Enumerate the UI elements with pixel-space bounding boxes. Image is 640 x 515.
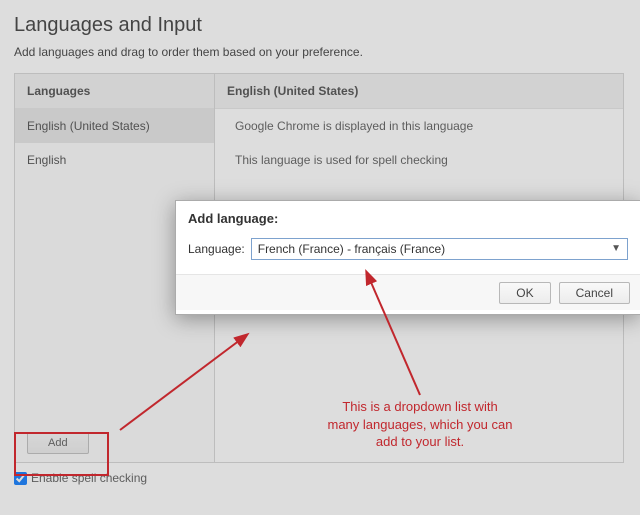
cancel-button[interactable]: Cancel	[559, 282, 630, 304]
dialog-footer: OK Cancel	[176, 274, 640, 310]
annotation-line: many languages, which you can	[315, 416, 525, 434]
language-select[interactable]: French (France) - français (France) ▼	[251, 238, 628, 260]
annotation-text: This is a dropdown list with many langua…	[315, 398, 525, 451]
annotation-line: add to your list.	[315, 433, 525, 451]
dialog-title: Add language:	[176, 201, 640, 238]
ok-button[interactable]: OK	[499, 282, 550, 304]
chevron-down-icon: ▼	[611, 243, 621, 254]
dialog-body: Language: French (France) - français (Fr…	[176, 238, 640, 274]
language-select-value: French (France) - français (France)	[258, 242, 445, 256]
add-language-dialog: Add language: Language: French (France) …	[175, 200, 640, 315]
annotation-line: This is a dropdown list with	[315, 398, 525, 416]
language-field-label: Language:	[188, 242, 245, 256]
